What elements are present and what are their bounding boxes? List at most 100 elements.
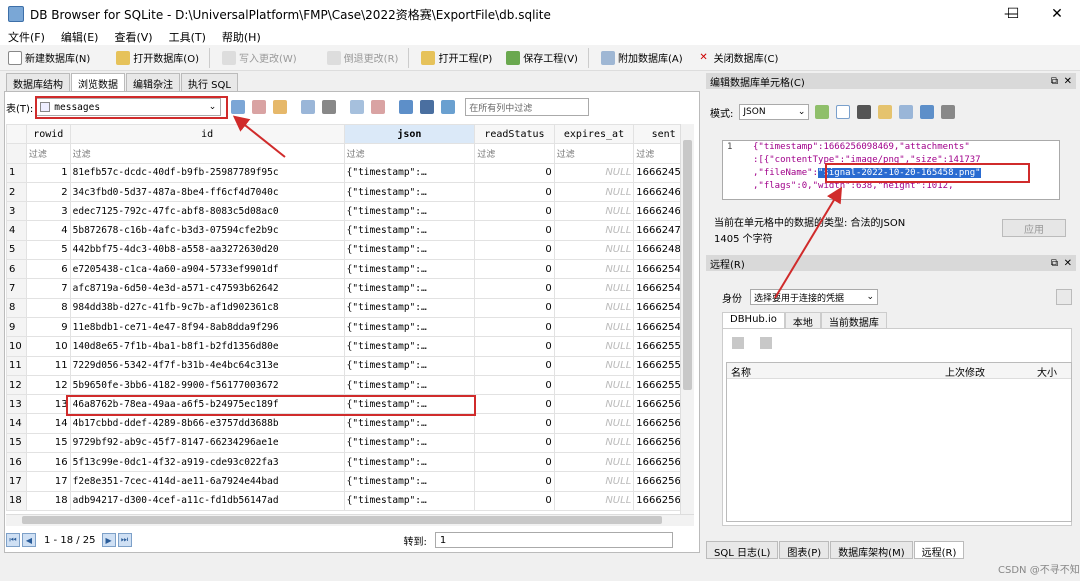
table-row[interactable]: 10 10 140d8e65-7f1b-4ba1-b8f1-b2fd1356d80e…: [6, 336, 694, 357]
menu-help[interactable]: 帮助(H): [214, 29, 269, 45]
cell-rowid[interactable]: 15: [25, 432, 71, 454]
indent-icon[interactable]: [857, 105, 872, 119]
cell-json[interactable]: {"timestamp":…: [343, 181, 476, 203]
print-icon[interactable]: [322, 100, 337, 114]
cell-json[interactable]: {"timestamp":…: [343, 259, 476, 280]
menu-tools[interactable]: 工具(T): [161, 29, 214, 45]
cell-id[interactable]: e7205438-c1ca-4a60-a904-5733ef9901df: [69, 259, 345, 280]
row-number[interactable]: 4: [6, 220, 27, 241]
cell-rowid[interactable]: 7: [25, 278, 71, 299]
delete-record-icon[interactable]: [371, 100, 386, 114]
cell-readstatus[interactable]: 0: [474, 432, 555, 454]
cell-readstatus[interactable]: 0: [474, 374, 555, 396]
table-row[interactable]: 2 2 34c3fbd0-5d37-487a-8be4-ff6cf4d7040c {"…: [6, 181, 694, 203]
cell-rowid[interactable]: 9: [25, 316, 71, 338]
menu-file[interactable]: 文件(F): [0, 29, 53, 45]
row-number[interactable]: 18: [6, 490, 27, 511]
new-database-button[interactable]: 新建数据库(N): [2, 47, 96, 69]
row-number[interactable]: 1: [6, 162, 27, 183]
cell-json[interactable]: {"timestamp":…: [343, 490, 476, 511]
global-filter-input[interactable]: 在所有列中过滤: [465, 98, 590, 116]
cell-rowid[interactable]: 6: [25, 259, 71, 280]
cell-json[interactable]: {"timestamp":…: [343, 201, 476, 222]
column-header-size[interactable]: 大小: [1037, 364, 1057, 379]
cell-expires-at[interactable]: NULL: [553, 162, 635, 183]
cell-readstatus[interactable]: 0: [474, 316, 555, 338]
cell-expires-at[interactable]: NULL: [553, 259, 635, 280]
vertical-scroll-thumb[interactable]: [683, 140, 692, 390]
cell-expires-at[interactable]: NULL: [553, 239, 635, 261]
float-icon[interactable]: ⧉: [1051, 76, 1058, 87]
cell-readstatus[interactable]: 0: [474, 201, 555, 222]
cell-readstatus[interactable]: 0: [474, 278, 555, 299]
cell-rowid[interactable]: 16: [25, 452, 71, 473]
column-header-rowid[interactable]: rowid: [25, 124, 71, 145]
cell-expires-at[interactable]: NULL: [553, 452, 635, 473]
column-header-readstatus[interactable]: readStatus: [474, 124, 555, 145]
tab-db-schema[interactable]: 数据库架构(M): [830, 541, 913, 559]
table-row[interactable]: 8 8 984dd38b-d27c-41fb-9c7b-af1d902361c8 {"…: [6, 297, 694, 318]
table-row[interactable]: 1 1 81efb57c-dcdc-40df-b9fb-25987789f95c {"…: [6, 162, 694, 183]
cell-rowid[interactable]: 3: [25, 201, 71, 222]
float-icon[interactable]: ⧉: [1051, 258, 1058, 269]
cell-readstatus[interactable]: 0: [474, 394, 555, 415]
insert-record-icon[interactable]: [350, 100, 365, 114]
cell-id[interactable]: 5b9650fe-3bb6-4182-9900-f56177003672: [69, 374, 345, 396]
column-header-id[interactable]: id: [69, 124, 345, 145]
close-panel-icon[interactable]: ✕: [1064, 258, 1072, 269]
close-window-button[interactable]: ✕: [1034, 0, 1080, 28]
write-changes-button[interactable]: 写入更改(W): [216, 47, 303, 69]
table-row[interactable]: 14 14 4b17cbbd-ddef-4289-8b66-e3757dd3688b…: [6, 413, 694, 434]
table-row[interactable]: 12 12 5b9650fe-3bb6-4182-9900-f56177003672…: [6, 374, 694, 396]
filter-input-id[interactable]: 过滤: [69, 143, 345, 164]
cell-rowid[interactable]: 4: [25, 220, 71, 241]
cell-json[interactable]: {"timestamp":…: [343, 162, 476, 183]
column-header-expires-at[interactable]: expires_at: [553, 124, 635, 145]
cell-rowid[interactable]: 2: [25, 181, 71, 203]
cell-id[interactable]: 34c3fbd0-5d37-487a-8be4-ff6cf4d7040c: [69, 181, 345, 203]
table-row[interactable]: 7 7 afc8719a-6d50-4e3d-a571-c47593b62642 {"…: [6, 278, 694, 299]
row-number[interactable]: 17: [6, 471, 27, 492]
cell-rowid[interactable]: 10: [25, 336, 71, 357]
attach-database-button[interactable]: 附加数据库(A): [595, 47, 689, 69]
cell-rowid[interactable]: 11: [25, 355, 71, 376]
cell-expires-at[interactable]: NULL: [553, 413, 635, 434]
cell-rowid[interactable]: 18: [25, 490, 71, 511]
column-header-name[interactable]: 名称: [731, 364, 751, 379]
table-row[interactable]: 17 17 f2e8e351-7cec-414d-ae11-6a7924e44bad…: [6, 471, 694, 492]
row-number[interactable]: 16: [6, 452, 27, 473]
tab-execute-sql[interactable]: 执行 SQL: [181, 73, 238, 91]
cell-id[interactable]: afc8719a-6d50-4e3d-a571-c47593b62642: [69, 278, 345, 299]
tab-current-database[interactable]: 当前数据库: [820, 312, 887, 329]
cell-id[interactable]: 81efb57c-dcdc-40df-b9fb-25987789f95c: [69, 162, 345, 183]
table-row[interactable]: 4 4 5b872678-c16b-4afc-b3d3-07594cfe2b9c {"…: [6, 220, 694, 241]
goto-input[interactable]: 1: [434, 532, 673, 548]
cell-id[interactable]: 7229d056-5342-4f7f-b31b-4e4bc64c313e: [69, 355, 345, 376]
cell-rowid[interactable]: 5: [25, 239, 71, 261]
row-number[interactable]: 11: [6, 355, 27, 376]
cell-json[interactable]: {"timestamp":…: [343, 452, 476, 473]
cell-id[interactable]: 5b872678-c16b-4afc-b3d3-07594cfe2b9c: [69, 220, 345, 241]
table-row[interactable]: 18 18 adb94217-d300-4cef-a11c-fd1db56147ad…: [6, 490, 694, 511]
row-number[interactable]: 14: [6, 413, 27, 434]
table-row[interactable]: 15 15 9729bf92-ab9c-45f7-8147-66234296ae1e…: [6, 432, 694, 454]
tab-remote[interactable]: 远程(R): [913, 541, 965, 559]
cell-expires-at[interactable]: NULL: [553, 278, 635, 299]
cell-readstatus[interactable]: 0: [474, 471, 555, 492]
horizontal-scroll-thumb[interactable]: [22, 516, 662, 524]
cell-id[interactable]: edec7125-792c-47fc-abf8-8083c5d08ac0: [69, 201, 345, 222]
cell-id[interactable]: 140d8e65-7f1b-4ba1-b8f1-b2fd1356d80e: [69, 336, 345, 357]
cell-id[interactable]: 11e8bdb1-ce71-4e47-8f94-8ab8dda9f296: [69, 316, 345, 338]
clone-remote-icon[interactable]: [760, 337, 772, 349]
close-database-button[interactable]: ✕ 关闭数据库(C): [691, 47, 785, 69]
open-database-button[interactable]: 打开数据库(O): [110, 47, 205, 69]
cell-json[interactable]: {"timestamp":…: [343, 432, 476, 454]
find-icon[interactable]: [420, 100, 435, 114]
table-row[interactable]: 3 3 edec7125-792c-47fc-abf8-8083c5d08ac0 {"…: [6, 201, 694, 222]
import-icon[interactable]: [878, 105, 893, 119]
export-icon[interactable]: [899, 105, 914, 119]
table-row[interactable]: 16 16 5f13c99e-0dc1-4f32-a919-cde93c022fa3…: [6, 452, 694, 473]
first-page-icon[interactable]: ⏮: [6, 533, 20, 547]
cell-json[interactable]: {"timestamp":…: [343, 413, 476, 434]
identity-select[interactable]: 选择要用于连接的凭据 ⌄: [750, 289, 878, 305]
